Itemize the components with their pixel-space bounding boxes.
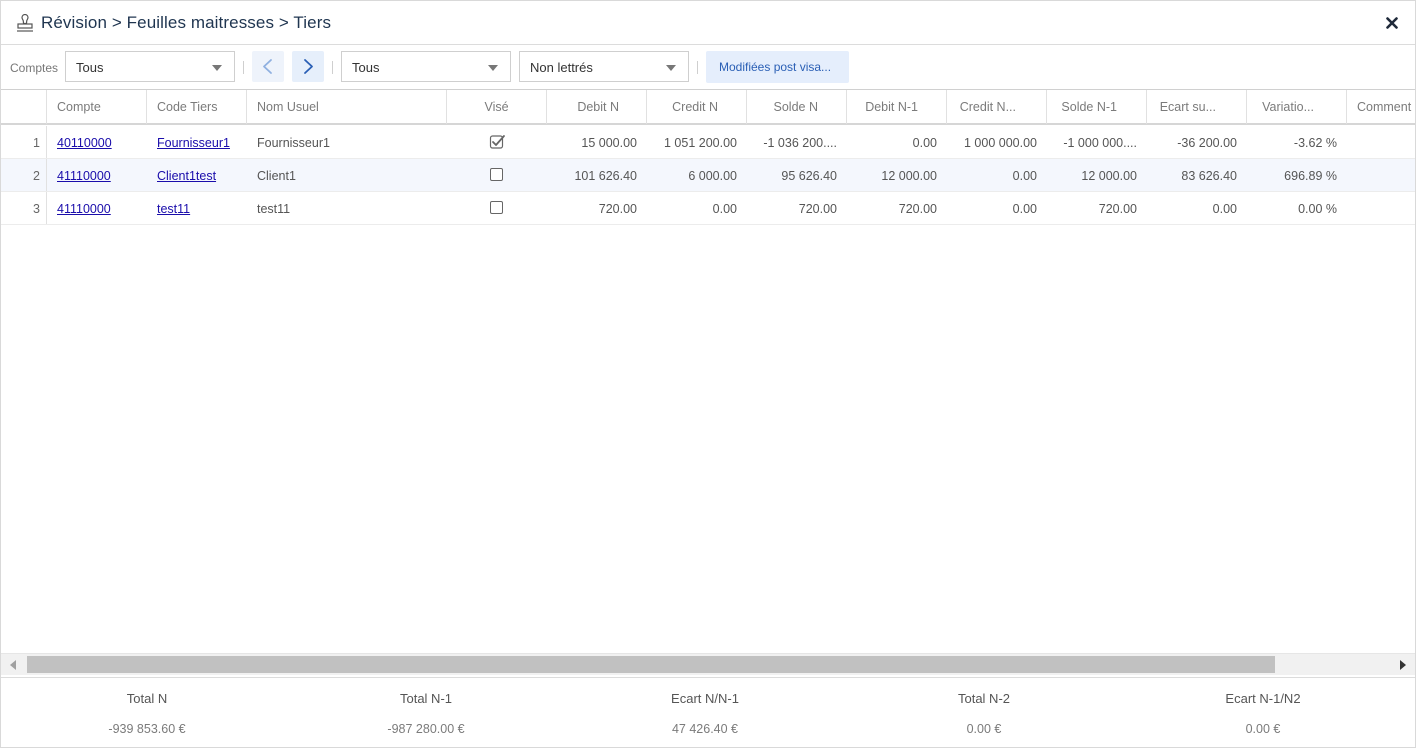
- compte-link[interactable]: 41110000: [47, 159, 147, 191]
- title-bar: Révision > Feuilles maitresses > Tiers: [1, 1, 1415, 45]
- header-solde-n[interactable]: Solde N: [747, 90, 847, 124]
- vise-checkbox[interactable]: [490, 168, 503, 181]
- row-number: 2: [1, 159, 47, 191]
- header-code-tiers[interactable]: Code Tiers: [147, 90, 247, 124]
- header-variation[interactable]: Variatio...: [1247, 90, 1347, 124]
- total-value: -987 280.00 €: [387, 722, 465, 736]
- ecart-cell: 0.00: [1212, 202, 1237, 216]
- header-debit-n1[interactable]: Debit N-1: [847, 90, 947, 124]
- post-visa-button[interactable]: Modifiées post visa...: [706, 51, 849, 83]
- total-value: 0.00 €: [966, 722, 1002, 736]
- credit-n-cell: 1 051 200.00: [664, 136, 737, 150]
- toolbar-divider: [697, 61, 698, 74]
- solde-n1-cell: 12 000.00: [1081, 169, 1137, 183]
- scrollbar-thumb[interactable]: [27, 656, 1275, 673]
- filter-select-value: Tous: [352, 60, 380, 75]
- revision-window: Révision > Feuilles maitresses > Tiers C…: [0, 0, 1416, 748]
- total-value: 0.00 €: [1245, 722, 1281, 736]
- debit-n1-cell: 0.00: [912, 136, 937, 150]
- toolbar: Comptes Tous Tous Non lettrés Modifiées …: [1, 45, 1415, 89]
- compte-link[interactable]: 40110000: [47, 126, 147, 158]
- nom-usuel-cell: Client1: [257, 169, 296, 183]
- horizontal-scrollbar[interactable]: [1, 653, 1415, 675]
- row-number: 3: [1, 192, 47, 224]
- ecart-cell: -36 200.00: [1177, 136, 1237, 150]
- solde-n1-cell: -1 000 000....: [1063, 136, 1137, 150]
- code-tiers-link[interactable]: Fournisseur1: [147, 126, 247, 158]
- table-row[interactable]: 1 40110000 Fournisseur1 Fournisseur1 15 …: [1, 126, 1415, 159]
- total-value: 47 426.40 €: [671, 722, 739, 736]
- nom-usuel-cell: Fournisseur1: [257, 136, 330, 150]
- credit-n-cell: 0.00: [712, 202, 737, 216]
- comptes-select[interactable]: Tous: [65, 51, 235, 82]
- close-icon[interactable]: [1383, 14, 1401, 32]
- nom-usuel-cell: test11: [257, 202, 291, 216]
- total-label: Total N-1: [399, 691, 453, 706]
- header-solde-n1[interactable]: Solde N-1: [1047, 90, 1147, 124]
- table-row[interactable]: 2 41110000 Client1test Client1 101 626.4…: [1, 159, 1415, 192]
- debit-n-cell: 15 000.00: [581, 136, 637, 150]
- vise-checkbox-checked[interactable]: [489, 133, 506, 150]
- header-vise[interactable]: Visé: [447, 90, 547, 124]
- header-debit-n[interactable]: Debit N: [547, 90, 647, 124]
- lettrage-select-value: Non lettrés: [530, 60, 593, 75]
- solde-n-cell: 720.00: [798, 202, 837, 216]
- header-rownum: [1, 90, 47, 124]
- debit-n-cell: 720.00: [598, 202, 637, 216]
- code-tiers-link[interactable]: Client1test: [147, 159, 247, 191]
- solde-n-cell: 95 626.40: [781, 169, 837, 183]
- total-label: Total N-2: [957, 691, 1011, 706]
- toolbar-divider: [332, 61, 333, 74]
- ecart-cell: 83 626.40: [1181, 169, 1237, 183]
- total-value: -939 853.60 €: [108, 722, 186, 736]
- table-row[interactable]: 3 41110000 test11 test11 720.00 0.00 720…: [1, 192, 1415, 225]
- prev-button[interactable]: [252, 51, 284, 82]
- solde-n-cell: -1 036 200....: [763, 136, 837, 150]
- debit-n1-cell: 12 000.00: [881, 169, 937, 183]
- comptes-select-value: Tous: [76, 60, 104, 75]
- variation-cell: -3.62 %: [1293, 136, 1337, 150]
- next-button[interactable]: [292, 51, 324, 82]
- chevron-right-icon: [304, 59, 313, 74]
- lettrage-select[interactable]: Non lettrés: [519, 51, 689, 82]
- chevron-down-icon: [666, 65, 676, 71]
- grid-header: Compte Code Tiers Nom Usuel Visé Debit N…: [1, 89, 1415, 125]
- chevron-down-icon: [212, 65, 222, 71]
- code-tiers-link[interactable]: test11: [147, 192, 247, 224]
- compte-link[interactable]: 41110000: [47, 192, 147, 224]
- header-ecart[interactable]: Ecart su...: [1147, 90, 1247, 124]
- row-number: 1: [1, 126, 47, 158]
- header-credit-n[interactable]: Credit N: [647, 90, 747, 124]
- stamp-icon: [17, 14, 33, 32]
- vise-checkbox[interactable]: [490, 201, 503, 214]
- header-nom-usuel[interactable]: Nom Usuel: [247, 90, 447, 124]
- solde-n1-cell: 720.00: [1098, 202, 1137, 216]
- filter-select[interactable]: Tous: [341, 51, 511, 82]
- total-label: Ecart N-1/N2: [1225, 691, 1301, 706]
- chevron-down-icon: [488, 65, 498, 71]
- credit-n1-cell: 0.00: [1012, 202, 1037, 216]
- debit-n1-cell: 720.00: [898, 202, 937, 216]
- scroll-left-icon[interactable]: [10, 660, 16, 670]
- totals-footer: Total N -939 853.60 € Total N-1 -987 280…: [1, 677, 1415, 747]
- chevron-left-icon: [263, 59, 272, 74]
- credit-n1-cell: 1 000 000.00: [964, 136, 1037, 150]
- credit-n-cell: 6 000.00: [688, 169, 737, 183]
- variation-cell: 696.89 %: [1284, 169, 1337, 183]
- header-credit-n1[interactable]: Credit N...: [947, 90, 1047, 124]
- header-compte[interactable]: Compte: [47, 90, 147, 124]
- comptes-label: Comptes: [10, 61, 59, 75]
- scroll-right-icon[interactable]: [1400, 660, 1406, 670]
- debit-n-cell: 101 626.40: [574, 169, 637, 183]
- total-label: Ecart N/N-1: [671, 691, 739, 706]
- variation-cell: 0.00 %: [1298, 202, 1337, 216]
- credit-n1-cell: 0.00: [1012, 169, 1037, 183]
- total-label: Total N: [126, 691, 168, 706]
- toolbar-divider: [243, 61, 244, 74]
- window-title: Révision > Feuilles maitresses > Tiers: [41, 13, 332, 32]
- header-comment[interactable]: Comment: [1347, 90, 1415, 124]
